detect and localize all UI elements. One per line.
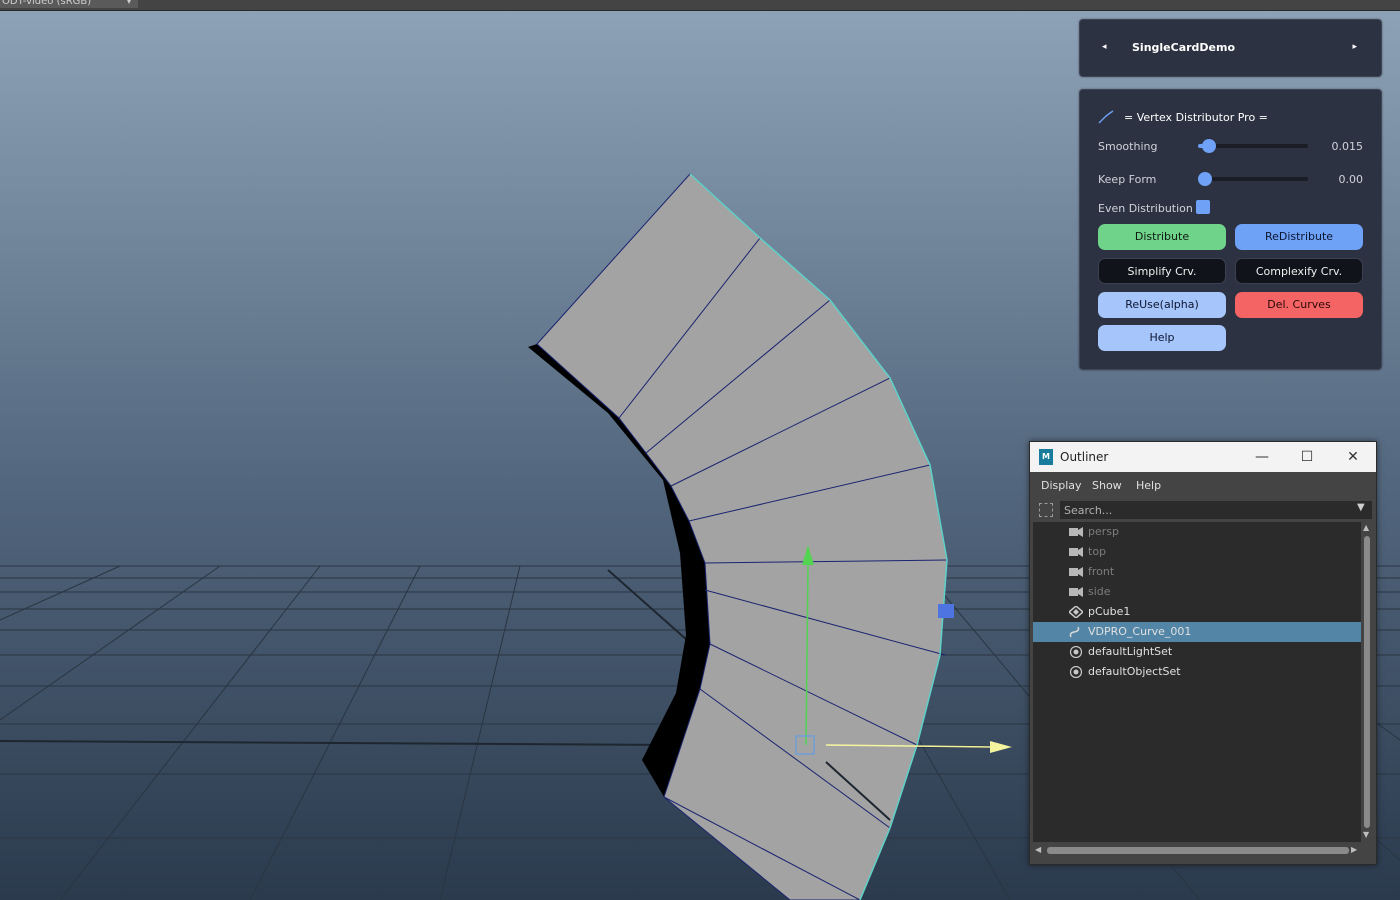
vertical-scrollbar[interactable]: ▲ ▼ (1361, 522, 1373, 842)
mesh-icon (1069, 606, 1083, 618)
delete-curves-button[interactable]: Del. Curves (1235, 292, 1363, 318)
outliner-titlebar[interactable]: M Outliner — ☐ ✕ (1030, 442, 1376, 472)
scroll-left-icon[interactable]: ◀ (1035, 845, 1041, 854)
maya-logo-icon: M (1039, 449, 1053, 465)
item-label: persp (1088, 525, 1119, 538)
next-card-icon[interactable]: ▸ (1352, 42, 1357, 52)
camera-icon (1069, 587, 1083, 597)
horizontal-scrollbar[interactable]: ◀ ▶ (1033, 844, 1361, 856)
item-label: top (1088, 545, 1107, 558)
reuse-button[interactable]: ReUse(alpha) (1098, 292, 1226, 318)
list-item[interactable]: side (1033, 582, 1361, 602)
scroll-down-icon[interactable]: ▼ (1363, 830, 1369, 839)
camera-icon (1069, 567, 1083, 577)
item-label: front (1088, 565, 1115, 578)
outliner-list[interactable]: persp top front side pCube1 VDPRO_Curve_… (1033, 522, 1361, 842)
list-item[interactable]: pCube1 (1033, 602, 1361, 622)
menu-show[interactable]: Show (1092, 479, 1122, 492)
minimize-icon[interactable]: — (1252, 447, 1272, 467)
scroll-right-icon[interactable]: ▶ (1351, 845, 1357, 854)
smoothing-label: Smoothing (1098, 140, 1158, 153)
menu-help[interactable]: Help (1136, 479, 1161, 492)
redistribute-button[interactable]: ReDistribute (1235, 224, 1363, 250)
camera-icon (1069, 527, 1083, 537)
item-label: VDPRO_Curve_001 (1088, 625, 1192, 638)
maximize-icon[interactable]: ☐ (1297, 447, 1317, 467)
curve-icon (1069, 626, 1080, 638)
keep-form-label: Keep Form (1098, 173, 1157, 186)
list-item-selected[interactable]: VDPRO_Curve_001 (1033, 622, 1361, 642)
camera-icon (1069, 547, 1083, 557)
filter-icon[interactable] (1039, 503, 1053, 517)
card-header-panel: ◂ SingleCardDemo ▸ (1079, 19, 1382, 77)
smoothing-slider-handle[interactable] (1202, 139, 1216, 153)
item-label: defaultLightSet (1088, 645, 1173, 658)
list-item[interactable]: defaultLightSet (1033, 642, 1361, 662)
item-label: pCube1 (1088, 605, 1131, 618)
menu-display[interactable]: Display (1041, 479, 1082, 492)
search-input[interactable] (1060, 501, 1372, 519)
complexify-curve-button[interactable]: Complexify Crv. (1235, 258, 1363, 284)
chevron-down-icon[interactable]: ▾ (120, 0, 138, 8)
outliner-menubar: Display Show Help (1030, 472, 1376, 498)
scroll-up-icon[interactable]: ▲ (1363, 523, 1369, 532)
distribute-button[interactable]: Distribute (1098, 224, 1226, 250)
list-item[interactable]: front (1033, 562, 1361, 582)
list-item[interactable]: top (1033, 542, 1361, 562)
outliner-window: M Outliner — ☐ ✕ Display Show Help ▼ per… (1029, 441, 1377, 865)
help-button[interactable]: Help (1098, 325, 1226, 351)
curve-icon (1098, 110, 1114, 124)
set-icon (1069, 646, 1083, 658)
colorspace-dropdown[interactable]: ODT-video (sRGB) (0, 0, 120, 8)
even-distribution-checkbox[interactable] (1196, 200, 1210, 214)
close-icon[interactable]: ✕ (1343, 447, 1363, 467)
keep-form-slider[interactable] (1198, 172, 1308, 186)
viewport-topbar: ODT-video (sRGB) ▾ (0, 0, 1400, 11)
list-item[interactable]: defaultObjectSet (1033, 662, 1361, 682)
outliner-title: Outliner (1060, 450, 1109, 464)
item-label: defaultObjectSet (1088, 665, 1181, 678)
card-title: SingleCardDemo (1132, 41, 1236, 54)
previous-card-icon[interactable]: ◂ (1102, 42, 1107, 52)
keep-form-slider-handle[interactable] (1198, 172, 1212, 186)
smoothing-value: 0.015 (1331, 140, 1364, 153)
even-distribution-label: Even Distribution (1098, 202, 1193, 215)
smoothing-slider[interactable] (1198, 139, 1308, 153)
vertical-scroll-thumb[interactable] (1364, 536, 1370, 828)
vertex-distributor-panel: = Vertex Distributor Pro = Smoothing 0.0… (1079, 89, 1382, 370)
item-label: side (1088, 585, 1111, 598)
simplify-curve-button[interactable]: Simplify Crv. (1098, 258, 1226, 284)
panel-title: = Vertex Distributor Pro = (1124, 111, 1268, 124)
list-item[interactable]: persp (1033, 522, 1361, 542)
set-icon (1069, 666, 1083, 678)
chevron-down-icon[interactable]: ▼ (1357, 502, 1365, 513)
keep-form-value: 0.00 (1338, 173, 1364, 186)
horizontal-scroll-thumb[interactable] (1047, 847, 1349, 854)
